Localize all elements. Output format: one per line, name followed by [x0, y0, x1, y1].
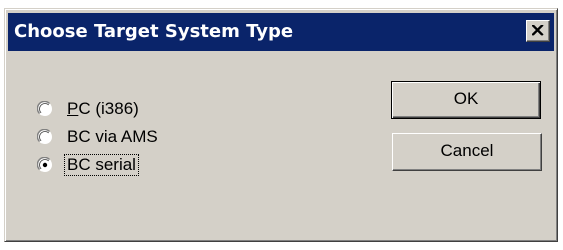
radio-button-bc-via-ams[interactable]: [37, 129, 53, 145]
radio-button-bc-serial[interactable]: [37, 157, 53, 173]
radio-label-bc-via-ams: BC via AMS: [67, 127, 158, 146]
radio-selected-dot-icon: [42, 162, 48, 168]
title-bar[interactable]: Choose Target System Type: [8, 13, 554, 51]
radio-button-pc-i386[interactable]: [37, 101, 53, 117]
close-icon: [532, 25, 544, 36]
radio-label-pc-mnemonic: P: [67, 99, 79, 118]
ok-button[interactable]: OK: [391, 81, 541, 119]
radio-label-bc-serial: BC serial: [64, 154, 139, 176]
target-type-radio-group: PC (i386) BC via AMS BC serial: [37, 95, 160, 179]
radio-option-bc-via-ams[interactable]: BC via AMS: [37, 123, 160, 151]
radio-label-pc-rest: C (i386): [78, 99, 139, 118]
close-button[interactable]: [526, 20, 550, 42]
radio-label-pc-i386: PC (i386): [65, 99, 141, 119]
cancel-button[interactable]: Cancel: [392, 133, 542, 171]
choose-target-system-dialog: Choose Target System Type PC (i386) BC v…: [4, 8, 558, 242]
radio-option-bc-serial[interactable]: BC serial: [37, 151, 160, 179]
dialog-title: Choose Target System Type: [14, 21, 294, 42]
radio-option-pc-i386[interactable]: PC (i386): [37, 95, 160, 123]
